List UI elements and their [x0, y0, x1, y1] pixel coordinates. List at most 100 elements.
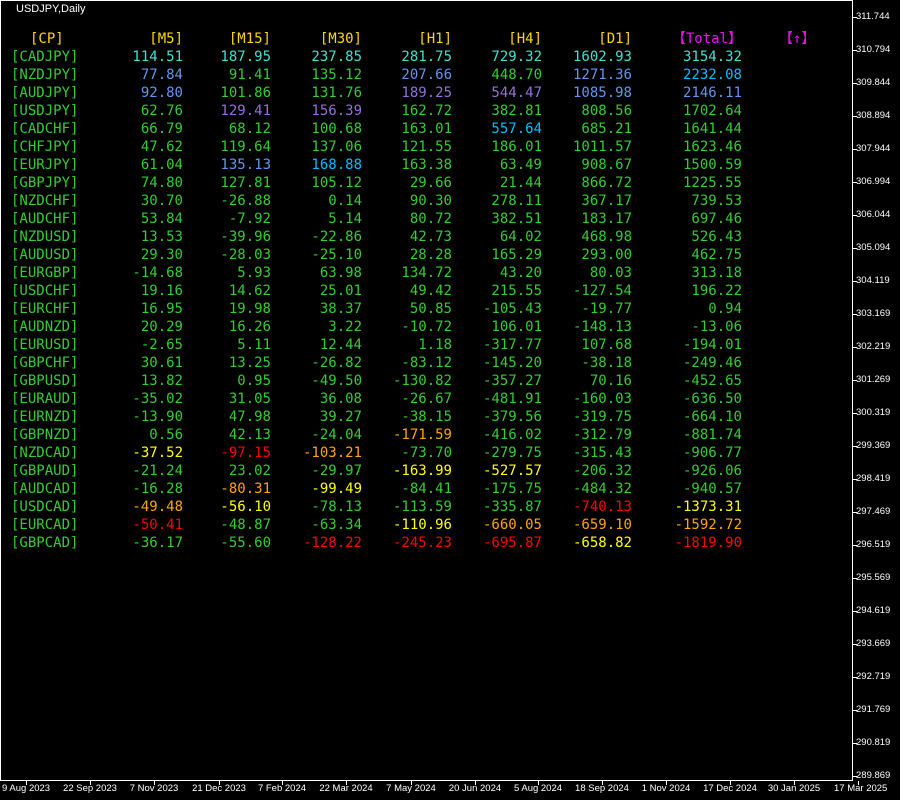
value-h4: 448.70	[491, 67, 542, 83]
value-m5: -37.52	[132, 445, 183, 461]
value-m30: 100.68	[311, 121, 362, 137]
value-h1: -26.67	[401, 391, 452, 407]
value-m15: 101.86	[220, 85, 271, 101]
value-h4: -527.57	[482, 463, 542, 479]
value-m15: -26.88	[220, 193, 271, 209]
value-h1: -83.12	[401, 355, 452, 371]
value-total: -881.74	[682, 427, 742, 443]
value-h4: -357.27	[482, 373, 542, 389]
price-label: 296.519	[856, 539, 891, 550]
value-m15: -39.96	[220, 229, 271, 245]
value-m5: 30.70	[140, 193, 183, 209]
value-total: 526.43	[691, 229, 742, 245]
value-h4: 729.32	[491, 49, 542, 65]
value-m15: -7.92	[228, 211, 271, 227]
pair-label: [NZDJPY]	[11, 67, 79, 83]
header-m30: [M30]	[319, 31, 362, 47]
price-label: 303.169	[856, 308, 891, 319]
value-m30: 5.14	[328, 211, 362, 227]
date-label: 18 Sep 2024	[575, 783, 629, 794]
value-d1: 1271.36	[572, 67, 632, 83]
value-total: -636.50	[682, 391, 742, 407]
value-h4: -105.43	[482, 301, 542, 317]
value-m30: -103.21	[302, 445, 362, 461]
value-h1: 121.55	[401, 139, 452, 155]
value-total: 739.53	[691, 193, 742, 209]
date-label: 17 Dec 2024	[703, 783, 757, 794]
value-d1: -160.03	[572, 391, 632, 407]
value-m15: 19.98	[228, 301, 271, 317]
pair-label: [GBPUSD]	[11, 373, 79, 389]
pair-label: [EURCHF]	[11, 301, 79, 317]
value-d1: 1602.93	[572, 49, 632, 65]
value-d1: 866.72	[581, 175, 632, 191]
pair-label: [GBPAUD]	[11, 463, 79, 479]
value-m15: 16.26	[228, 319, 271, 335]
value-m15: 68.12	[228, 121, 271, 137]
value-m5: 114.51	[132, 49, 183, 65]
value-m5: 61.04	[140, 157, 183, 173]
value-m30: -25.10	[311, 247, 362, 263]
value-h1: 163.38	[401, 157, 452, 173]
value-m30: 25.01	[319, 283, 362, 299]
pair-label: [CHFJPY]	[11, 139, 79, 155]
value-m15: 47.98	[228, 409, 271, 425]
value-m15: 135.13	[220, 157, 271, 173]
value-m30: 38.37	[319, 301, 362, 317]
price-label: 291.769	[856, 704, 891, 715]
value-total: 196.22	[691, 283, 742, 299]
value-m5: 92.80	[140, 85, 183, 101]
price-label: 311.744	[856, 11, 890, 22]
value-total: -664.10	[682, 409, 742, 425]
value-total: 1641.44	[682, 121, 742, 137]
value-h1: -130.82	[392, 373, 452, 389]
value-m5: 47.62	[140, 139, 183, 155]
value-h1: -73.70	[401, 445, 452, 461]
value-h1: 134.72	[401, 265, 452, 281]
value-m5: 19.16	[140, 283, 183, 299]
value-h4: -335.87	[482, 499, 542, 515]
value-h1: -38.15	[401, 409, 452, 425]
value-h4: -379.56	[482, 409, 542, 425]
value-m30: 12.44	[319, 337, 362, 353]
value-m5: -36.17	[132, 535, 183, 551]
value-d1: 183.17	[581, 211, 632, 227]
value-m5: 77.84	[140, 67, 183, 83]
date-label: 7 Nov 2023	[129, 783, 179, 794]
value-h1: -113.59	[392, 499, 452, 515]
price-label: 293.669	[856, 638, 891, 649]
value-h1: 49.42	[409, 283, 452, 299]
value-m15: 5.93	[237, 265, 271, 281]
price-label: 295.569	[856, 572, 891, 583]
pair-label: [NZDUSD]	[11, 229, 79, 245]
value-m5: -14.68	[132, 265, 183, 281]
value-m5: -13.90	[132, 409, 183, 425]
pair-label: [GBPNZD]	[11, 427, 79, 443]
value-total: 1623.46	[682, 139, 742, 155]
value-m5: 30.61	[140, 355, 183, 371]
value-total: 462.75	[691, 247, 742, 263]
chart-frame-left	[0, 0, 1, 781]
header-m15: [M15]	[228, 31, 271, 47]
chart-title: USDJPY,Daily	[16, 3, 86, 15]
price-axis-line	[852, 0, 853, 781]
header-arrow: 【↑】	[779, 31, 816, 47]
value-h4: 557.64	[491, 121, 542, 137]
value-m15: 0.95	[237, 373, 271, 389]
price-label: 294.619	[856, 605, 891, 616]
value-m15: -48.87	[220, 517, 271, 533]
chart-area[interactable]: USDJPY,Daily 311.744 310.794 309.844 308.89…	[0, 0, 900, 800]
value-total: 3154.32	[682, 49, 742, 65]
date-label: 20 Jun 2024	[448, 783, 502, 794]
value-h4: -145.20	[482, 355, 542, 371]
value-d1: -19.77	[581, 301, 632, 317]
value-h1: 80.72	[409, 211, 452, 227]
value-m5: 0.56	[149, 427, 183, 443]
value-d1: -148.13	[572, 319, 632, 335]
pair-label: [AUDCHF]	[11, 211, 79, 227]
price-label: 299.369	[856, 440, 891, 451]
price-label: 306.044	[856, 209, 891, 220]
value-m15: 119.64	[220, 139, 271, 155]
pair-label: [GBPJPY]	[11, 175, 79, 191]
header-total: 【Total】	[671, 31, 742, 47]
